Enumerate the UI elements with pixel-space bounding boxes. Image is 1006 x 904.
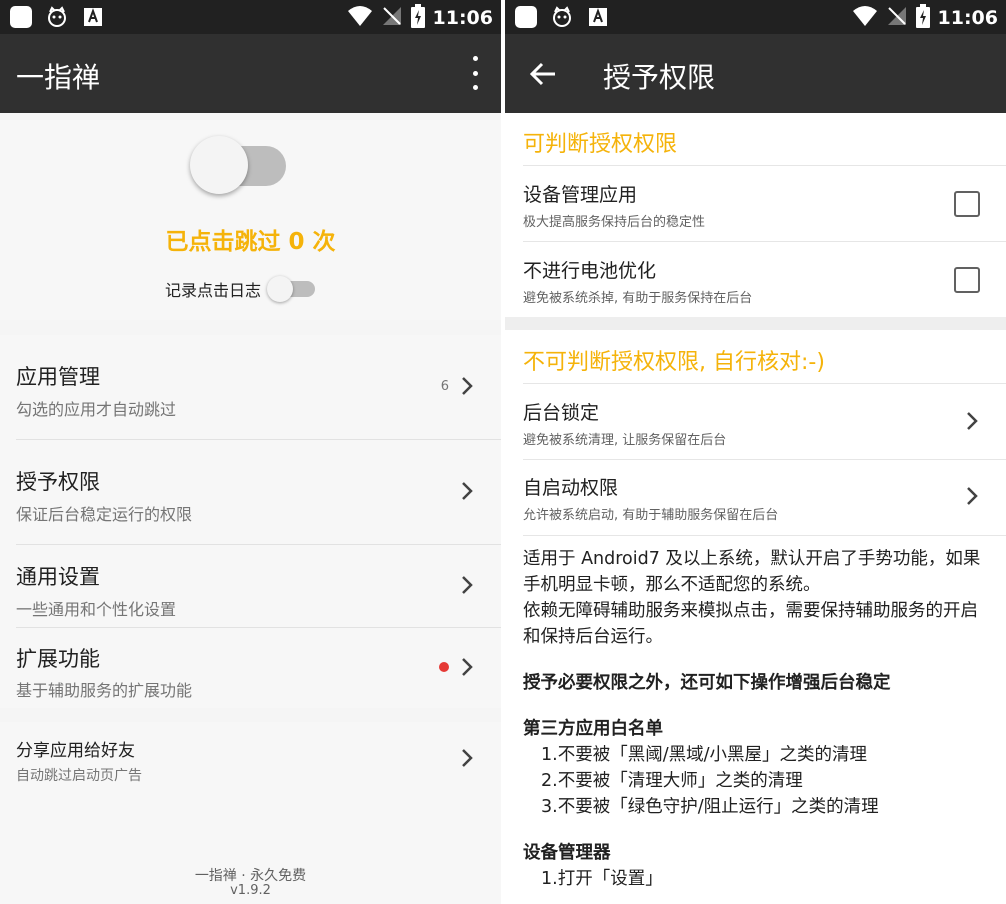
chevron-right-icon (462, 576, 473, 594)
no-signal-icon (381, 5, 403, 31)
overflow-menu-icon[interactable] (467, 56, 483, 90)
no-signal-icon (886, 5, 908, 31)
chevron-right-icon (462, 658, 473, 676)
app-count-badge: 6 (440, 379, 449, 394)
menu-item-subtitle: 勾选的应用才自动跳过 (16, 400, 177, 419)
pref-autostart[interactable]: 自启动权限 允许被系统启动, 有助于辅助服务保留在后台 (505, 460, 1006, 535)
status-bar: 11:06 (0, 0, 501, 34)
main-toggle[interactable] (190, 136, 290, 196)
cat-notification-icon (551, 6, 573, 28)
toolbar: 一指禅 (0, 34, 501, 113)
section-divider (505, 317, 1006, 330)
whitelist-item: 3.不要被「绿色守护/阻止运行」之类的清理 (541, 797, 879, 817)
pref-device-admin[interactable]: 设备管理应用 极大提高服务保持后台的稳定性 (505, 166, 1006, 241)
log-toggle[interactable] (267, 276, 317, 302)
share-subtitle: 自动跳过启动页广告 (16, 768, 142, 784)
divider (523, 535, 1006, 536)
chevron-right-icon (967, 487, 978, 505)
version-text: v1.9.2 (230, 883, 271, 898)
menu-card: 应用管理 勾选的应用才自动跳过 6 授予权限 保证后台稳定运行的权限 通用设置 … (0, 335, 501, 708)
log-row: 记录点击日志 (165, 276, 317, 302)
menu-item-title: 扩展功能 (16, 647, 100, 671)
font-notification-icon (82, 6, 104, 28)
menu-item-title: 通用设置 (16, 565, 100, 589)
device-admin-checkbox[interactable] (954, 191, 980, 217)
menu-item-extensions[interactable]: 扩展功能 基于辅助服务的扩展功能 (0, 628, 501, 708)
description-para-1: 适用于 Android7 及以上系统，默认开启了手势功能，如果手机明显卡顿，那么… (523, 549, 981, 595)
menu-item-grant-permissions[interactable]: 授予权限 保证后台稳定运行的权限 (0, 440, 501, 544)
status-bar: 11:06 (505, 0, 1006, 34)
pref-title: 自启动权限 (523, 477, 619, 499)
skip-count-text: 已点击跳过 0 次 (165, 229, 336, 255)
font-notification-icon (587, 6, 609, 28)
section-title-checkable: 可判断授权权限 (523, 132, 678, 157)
pref-background-lock[interactable]: 后台锁定 避免被系统清理, 让服务保留在后台 (505, 384, 1006, 459)
page-title: 授予权限 (603, 61, 716, 94)
menu-item-subtitle: 基于辅助服务的扩展功能 (16, 681, 193, 700)
pref-subtitle: 避免被系统杀掉, 有助于服务保持在后台 (523, 291, 753, 306)
device-admin-step: 1.打开「设置」 (541, 869, 663, 889)
menu-item-title: 应用管理 (16, 365, 100, 389)
device-admin-title: 设备管理器 (523, 843, 611, 863)
whitelist-item: 2.不要被「清理大师」之类的清理 (541, 771, 803, 791)
wifi-icon (852, 5, 878, 31)
enhance-tip: 授予必要权限之外，还可如下操作增强后台稳定 (523, 673, 891, 693)
menu-item-title: 授予权限 (16, 470, 100, 494)
app-title: 一指禅 (16, 61, 101, 94)
share-app-item[interactable]: 分享应用给好友 自动跳过启动页广告 (0, 722, 501, 798)
permissions-screen: 11:06 授予权限 可判断授权权限 设备管理应用 极大提高服务保持后台的稳定性… (505, 0, 1006, 904)
pref-subtitle: 允许被系统启动, 有助于辅助服务保留在后台 (523, 508, 779, 523)
log-label: 记录点击日志 (165, 281, 262, 300)
chevron-right-icon (462, 482, 473, 500)
battery-charging-icon (915, 4, 930, 32)
menu-item-general-settings[interactable]: 通用设置 一些通用和个性化设置 (0, 545, 501, 627)
clock: 11:06 (432, 7, 493, 29)
whitelist-item: 1.不要被「黑阈/黑域/小黑屋」之类的清理 (541, 745, 867, 765)
clock: 11:06 (937, 7, 998, 29)
share-title: 分享应用给好友 (16, 741, 135, 761)
footer-tagline: 一指禅 · 永久免费 (194, 868, 307, 884)
app-notification-icon (10, 6, 32, 28)
whitelist-title: 第三方应用白名单 (523, 719, 663, 739)
new-indicator-dot (439, 662, 449, 672)
section-title-manual: 不可判断授权权限, 自行核对:-) (523, 350, 825, 375)
description-para-2: 依赖无障碍辅助服务来模拟点击，需要保持辅助服务的开启和保持后台运行。 (523, 601, 978, 647)
app-notification-icon (515, 6, 537, 28)
cat-notification-icon (46, 6, 68, 28)
description-text: 适用于 Android7 及以上系统，默认开启了手势功能，如果手机明显卡顿，那么… (523, 546, 993, 892)
pref-subtitle: 极大提高服务保持后台的稳定性 (523, 215, 706, 230)
wifi-icon (347, 5, 373, 31)
pref-battery-optimization[interactable]: 不进行电池优化 避免被系统杀掉, 有助于服务保持在后台 (505, 242, 1006, 317)
toolbar: 授予权限 (505, 34, 1006, 113)
pref-subtitle: 避免被系统清理, 让服务保留在后台 (523, 433, 727, 448)
pref-title: 设备管理应用 (523, 184, 638, 206)
pref-title: 后台锁定 (523, 402, 600, 424)
menu-item-app-management[interactable]: 应用管理 勾选的应用才自动跳过 6 (0, 335, 501, 439)
menu-item-subtitle: 保证后台稳定运行的权限 (16, 505, 193, 524)
battery-optimization-checkbox[interactable] (954, 267, 980, 293)
main-screen: 11:06 一指禅 已点击跳过 0 次 记录点击日志 应用管理 勾选的应用才自动… (0, 0, 501, 904)
chevron-right-icon (967, 412, 978, 430)
pref-title: 不进行电池优化 (523, 260, 657, 282)
menu-item-subtitle: 一些通用和个性化设置 (16, 600, 177, 619)
back-arrow-icon[interactable] (527, 58, 559, 90)
battery-charging-icon (410, 4, 425, 32)
chevron-right-icon (462, 749, 473, 767)
chevron-right-icon (462, 377, 473, 395)
